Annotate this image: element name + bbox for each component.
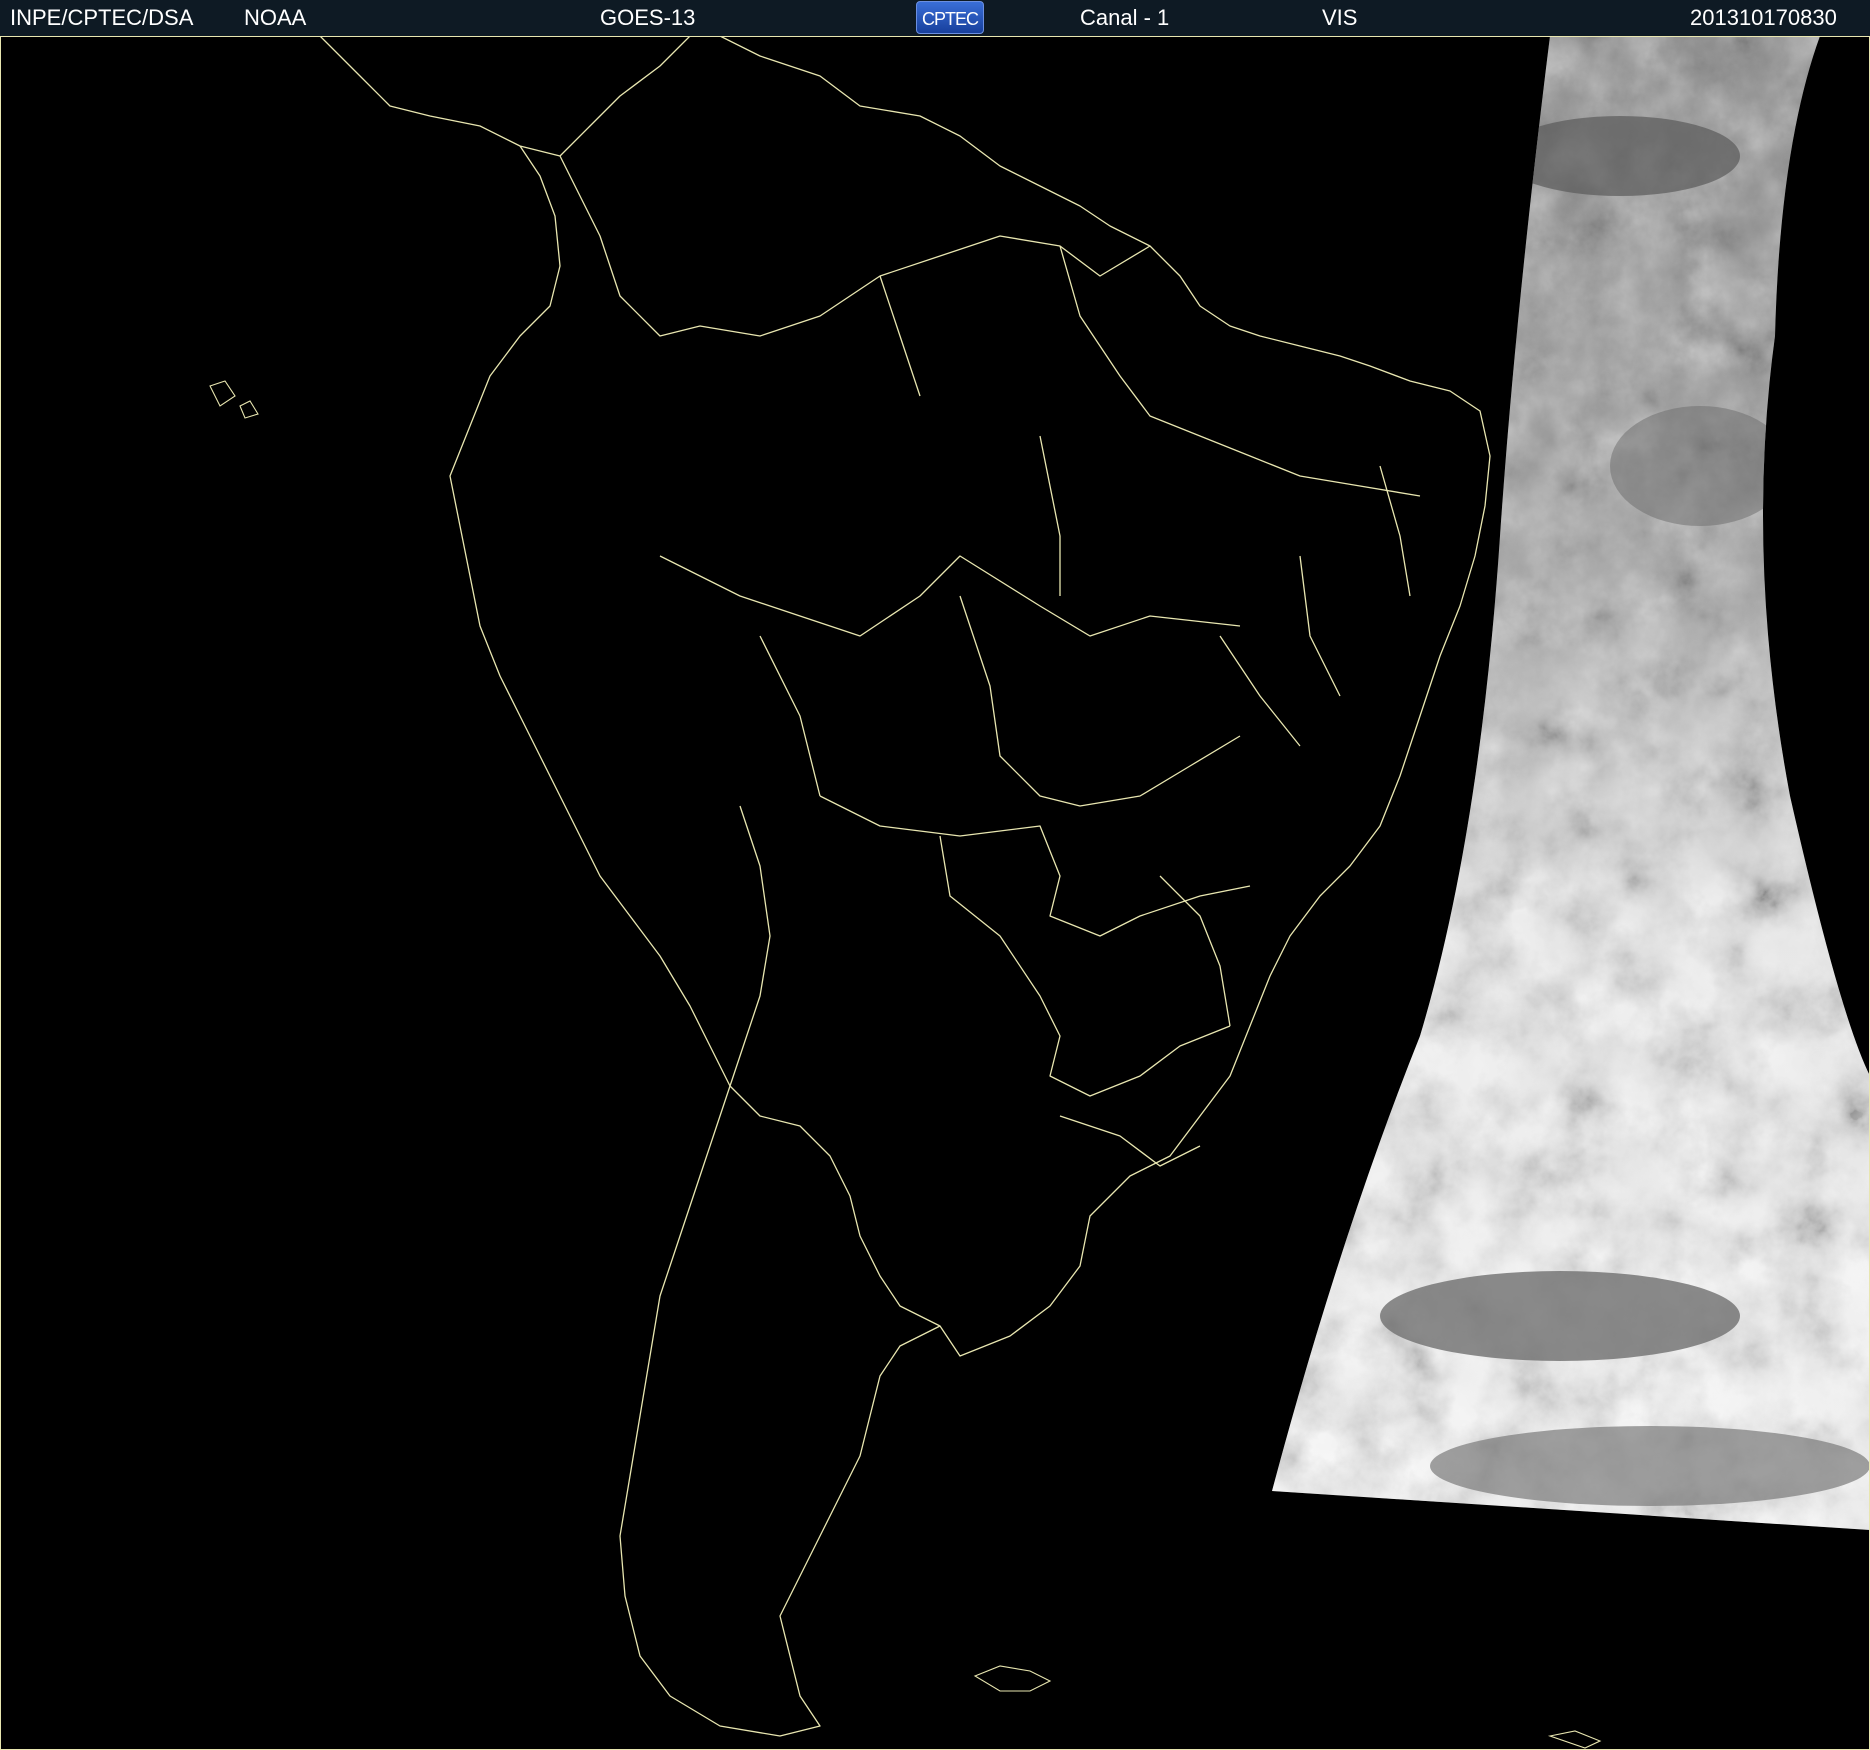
- cptec-logo-text: CPTEC: [921, 9, 979, 29]
- institution-label: INPE/CPTEC/DSA: [10, 5, 194, 30]
- header-bar: INPE/CPTEC/DSA NOAA GOES-13 CPTEC Canal …: [0, 0, 1870, 36]
- channel-label: Canal - 1: [1080, 5, 1170, 30]
- satellite-map: [0, 36, 1870, 1750]
- agency-label: NOAA: [244, 5, 307, 30]
- satellite-label: GOES-13: [600, 5, 696, 30]
- cptec-logo: CPTEC: [916, 1, 984, 34]
- timestamp-label: 201310170830: [1690, 5, 1837, 30]
- band-label: VIS: [1322, 5, 1358, 30]
